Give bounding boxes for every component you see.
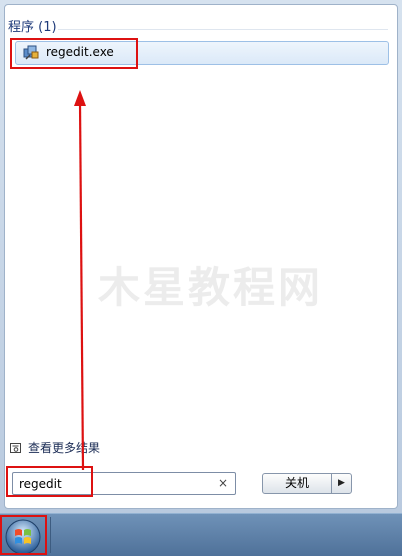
search-highlight-box	[6, 466, 93, 497]
watermark: 木星教程网	[98, 263, 324, 312]
start-button-highlight-box	[0, 515, 47, 555]
clear-icon[interactable]: ×	[218, 476, 228, 490]
taskbar	[0, 513, 402, 556]
result-highlight-box	[10, 38, 138, 69]
taskbar-divider	[50, 517, 59, 553]
see-more-results-link[interactable]: 查看更多结果	[10, 439, 100, 456]
shutdown-options-arrow-icon[interactable]: ▶	[331, 473, 352, 494]
shutdown-button[interactable]: 关机	[262, 473, 332, 494]
programs-section-header: 程序 (1)	[8, 20, 57, 35]
see-more-label: 查看更多结果	[28, 441, 101, 455]
section-divider	[58, 29, 388, 30]
